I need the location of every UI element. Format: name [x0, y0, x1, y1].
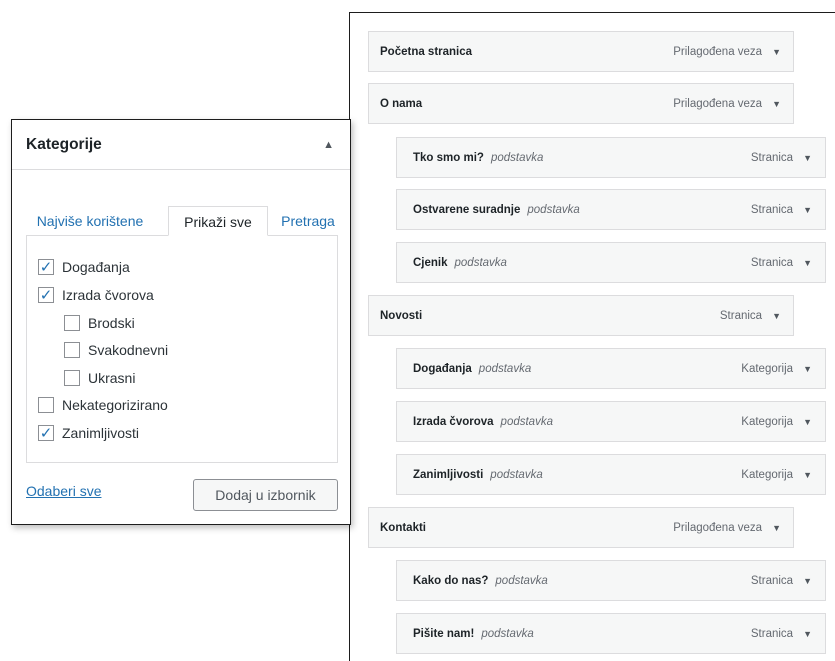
triangle-down-icon[interactable]: ▼	[803, 417, 812, 427]
checkbox-checked[interactable]: ✓	[38, 425, 54, 441]
menu-item-subtitle: podstavka	[478, 362, 532, 375]
category-label: Brodski	[88, 315, 135, 331]
menu-item-title: Novosti	[380, 309, 423, 322]
menu-item[interactable]: Tko smo mi? podstavka Stranica ▼	[396, 137, 826, 178]
category-item[interactable]: Svakodnevni	[64, 339, 168, 361]
menu-item[interactable]: Događanja podstavka Kategorija ▼	[396, 348, 826, 389]
checkbox-checked[interactable]: ✓	[38, 259, 54, 275]
menu-item-title: Ostvarene suradnje	[413, 203, 521, 216]
menu-item-title: Cjenik	[413, 256, 448, 269]
menu-item-type: Prilagođena veza	[673, 521, 763, 534]
triangle-down-icon[interactable]: ▼	[772, 47, 781, 57]
menu-item[interactable]: O nama Prilagođena veza ▼	[368, 83, 794, 124]
checkbox[interactable]	[64, 370, 80, 386]
menu-item-subtitle: podstavka	[527, 203, 580, 216]
category-label: Svakodnevni	[88, 342, 169, 358]
menu-item-title: Izrada čvorova	[413, 415, 494, 428]
categories-tabs: Najviše korištene Prikaži sve Pretraga	[26, 206, 340, 236]
menu-item-subtitle: podstavka	[490, 468, 543, 481]
menu-item-subtitle: podstavka	[495, 574, 548, 587]
category-label: Događanja	[62, 259, 130, 275]
category-item[interactable]: ✓ Zanimljivosti	[38, 422, 139, 444]
checkbox[interactable]	[64, 342, 80, 358]
checkbox-checked[interactable]: ✓	[38, 287, 54, 303]
tab-show-all[interactable]: Prikaži sve	[168, 206, 268, 236]
category-checklist: ✓ Događanja ✓ Izrada čvorova Brodski Sva…	[26, 235, 338, 463]
menu-item-title: Tko smo mi?	[413, 151, 484, 164]
menu-item-type: Stranica	[750, 203, 794, 216]
triangle-down-icon[interactable]: ▼	[772, 99, 781, 109]
menu-item-title: Događanja	[413, 362, 472, 375]
category-label: Zanimljivosti	[62, 425, 140, 441]
menu-item-subtitle: podstavka	[500, 415, 553, 428]
menu-item[interactable]: Ostvarene suradnje podstavka Stranica ▼	[396, 189, 826, 230]
menu-item-type: Kategorija	[741, 468, 794, 481]
menu-item[interactable]: Zanimljivosti podstavka Kategorija ▼	[396, 454, 826, 495]
menu-item-title: Kako do nas?	[413, 574, 489, 587]
categories-panel-header[interactable]: Kategorije ▲	[12, 120, 350, 170]
menu-item-subtitle: podstavka	[481, 627, 534, 640]
category-label: Nekategorizirano	[62, 397, 168, 413]
menu-item[interactable]: Pišite nam! podstavka Stranica ▼	[396, 613, 826, 654]
menu-item-type: Kategorija	[741, 362, 794, 375]
category-item[interactable]: ✓ Događanja	[38, 256, 130, 278]
triangle-down-icon[interactable]: ▼	[803, 364, 812, 374]
triangle-down-icon[interactable]: ▼	[803, 205, 812, 215]
menu-item[interactable]: Kako do nas? podstavka Stranica ▼	[396, 560, 826, 601]
triangle-up-icon[interactable]: ▲	[323, 139, 334, 151]
tab-search[interactable]: Pretraga	[272, 206, 344, 236]
menu-item-type: Kategorija	[741, 415, 794, 428]
triangle-down-icon[interactable]: ▼	[803, 629, 812, 639]
menu-item-title: Pišite nam!	[413, 627, 475, 640]
tab-most-used[interactable]: Najviše korištene	[24, 206, 156, 236]
triangle-down-icon[interactable]: ▼	[803, 576, 812, 586]
category-label: Ukrasni	[88, 370, 136, 386]
triangle-down-icon[interactable]: ▼	[803, 258, 812, 268]
menu-item-type: Stranica	[750, 256, 794, 269]
add-to-menu-button[interactable]: Dodaj u izbornik	[193, 479, 338, 511]
menu-item-subtitle: podstavka	[490, 151, 544, 164]
menu-item-title: Zanimljivosti	[413, 468, 484, 481]
category-item[interactable]: Brodski	[64, 312, 135, 334]
menu-item-type: Stranica	[750, 574, 794, 587]
menu-item-title: O nama	[380, 97, 423, 110]
menu-item-title: Kontakti	[380, 521, 426, 534]
triangle-down-icon[interactable]: ▼	[803, 470, 812, 480]
triangle-down-icon[interactable]: ▼	[803, 153, 812, 163]
category-item[interactable]: ✓ Izrada čvorova	[38, 284, 154, 306]
menu-item[interactable]: Cjenik podstavka Stranica ▼	[396, 242, 826, 283]
categories-panel-title: Kategorije	[26, 135, 102, 153]
categories-panel: Kategorije ▲ Najviše korištene Prikaži s…	[11, 119, 351, 525]
menu-item[interactable]: Novosti Stranica ▼	[368, 295, 794, 336]
triangle-down-icon[interactable]: ▼	[772, 523, 781, 533]
checkbox[interactable]	[64, 315, 80, 331]
menu-item[interactable]: Kontakti Prilagođena veza ▼	[368, 507, 794, 548]
menu-item-type: Stranica	[750, 627, 794, 640]
select-all-link[interactable]: Odaberi sve	[26, 483, 101, 499]
category-label: Izrada čvorova	[62, 287, 154, 303]
menu-item-type: Prilagođena veza	[673, 45, 763, 58]
triangle-down-icon[interactable]: ▼	[772, 311, 781, 321]
menu-item[interactable]: Početna stranica Prilagođena veza ▼	[368, 31, 794, 72]
menu-item-title: Početna stranica	[380, 45, 473, 58]
menu-item-subtitle: podstavka	[454, 256, 507, 269]
menu-item-type: Stranica	[719, 309, 763, 322]
checkbox[interactable]	[38, 397, 54, 413]
menu-item-type: Stranica	[750, 151, 794, 164]
menu-item[interactable]: Izrada čvorova podstavka Kategorija ▼	[396, 401, 826, 442]
menu-item-type: Prilagođena veza	[673, 97, 763, 110]
category-item[interactable]: Ukrasni	[64, 367, 135, 389]
category-item[interactable]: Nekategorizirano	[38, 394, 168, 416]
